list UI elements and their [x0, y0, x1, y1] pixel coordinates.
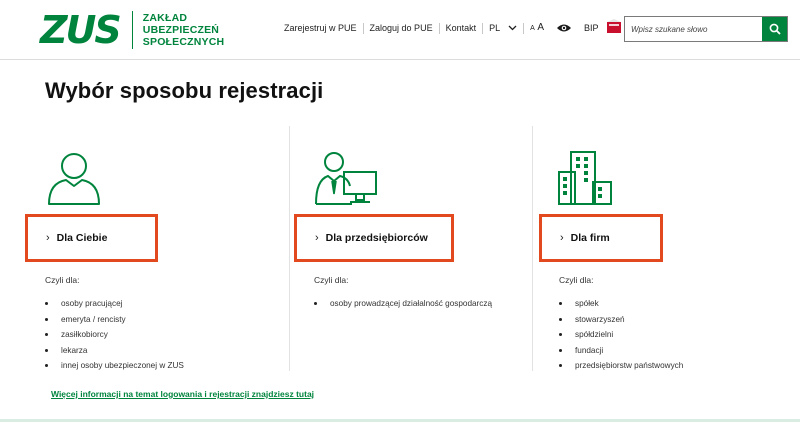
- person-icon: [44, 150, 104, 211]
- chevron-right-icon: ›: [560, 232, 564, 244]
- list-item: stowarzyszeń: [559, 312, 683, 328]
- for-you-button[interactable]: › Dla Ciebie: [25, 214, 158, 262]
- font-size-controls: A A: [524, 22, 550, 34]
- for-entrepreneurs-label: Dla przedsiębiorców: [325, 232, 428, 244]
- logo-line: UBEZPIECZEŃ: [142, 24, 220, 36]
- bip-logo-icon[interactable]: [606, 19, 621, 33]
- list-item: przedsiębiorstw państwowych: [559, 358, 683, 374]
- login-pue-link[interactable]: Zaloguj do PUE: [364, 22, 440, 34]
- more-info-link[interactable]: Więcej informacji na temat logowania i r…: [51, 389, 314, 399]
- column-companies: › Dla firm Czyli dla: spółek stowarzysze…: [532, 126, 782, 371]
- column-entrepreneurs: › Dla przedsiębiorców Czyli dla: osoby p…: [289, 126, 531, 371]
- logo-separator: [131, 11, 133, 49]
- companies-list: spółek stowarzyszeń spółdzielni fundacji…: [559, 296, 683, 374]
- top-navigation: Zarejestruj w PUE Zaloguj do PUE Kontakt…: [284, 19, 621, 36]
- logo-line: ZAKŁAD: [142, 12, 188, 24]
- businessman-computer-icon: [314, 150, 380, 211]
- chevron-down-icon: [508, 23, 517, 34]
- search-icon: [769, 23, 781, 35]
- contact-link[interactable]: Kontakt: [440, 22, 484, 34]
- font-small-button[interactable]: A: [530, 25, 535, 32]
- site-header: ZUS ZAKŁAD UBEZPIECZEŃ SPOŁECZNYCH Zarej…: [0, 0, 800, 60]
- logo-text: ZAKŁAD UBEZPIECZEŃ SPOŁECZNYCH: [143, 12, 225, 48]
- language-selector[interactable]: PL: [483, 22, 525, 34]
- for-whom-label: Czyli dla:: [45, 275, 80, 285]
- list-item: spółek: [559, 296, 683, 312]
- register-pue-link[interactable]: Zarejestruj w PUE: [284, 22, 364, 34]
- search-button[interactable]: [762, 17, 787, 41]
- bip-link[interactable]: BIP: [578, 23, 605, 33]
- list-item: osoby pracującej: [45, 296, 184, 312]
- buildings-icon: [557, 150, 613, 211]
- entrepreneurs-list: osoby prowadzącej działalność gospodarcz…: [314, 296, 492, 312]
- for-you-label: Dla Ciebie: [56, 232, 108, 244]
- list-item: emeryta / rencisty: [45, 312, 184, 328]
- column-individual: › Dla Ciebie Czyli dla: osoby pracującej…: [20, 126, 288, 371]
- chevron-right-icon: ›: [315, 232, 319, 244]
- list-item: zasiłkobiorcy: [45, 327, 184, 343]
- for-companies-label: Dla firm: [570, 232, 610, 244]
- individual-list: osoby pracującej emeryta / rencisty zasi…: [45, 296, 184, 374]
- for-companies-button[interactable]: › Dla firm: [539, 214, 663, 262]
- list-item: spółdzielni: [559, 327, 683, 343]
- zus-logo[interactable]: ZUS ZAKŁAD UBEZPIECZEŃ SPOŁECZNYCH: [40, 10, 224, 50]
- for-whom-label: Czyli dla:: [559, 275, 594, 285]
- list-item: innej osoby ubezpieczonej w ZUS: [45, 358, 184, 374]
- logo-line: SPOŁECZNYCH: [142, 36, 225, 48]
- chevron-right-icon: ›: [46, 232, 50, 244]
- contrast-eye-icon[interactable]: [550, 23, 578, 33]
- list-item: osoby prowadzącej działalność gospodarcz…: [314, 296, 492, 312]
- logo-mark: ZUS: [40, 8, 122, 52]
- search-input[interactable]: [625, 17, 763, 41]
- for-whom-label: Czyli dla:: [314, 275, 349, 285]
- font-big-button[interactable]: A: [537, 22, 544, 33]
- page-title: Wybór sposobu rejestracji: [45, 78, 324, 103]
- list-item: fundacji: [559, 343, 683, 359]
- language-label: PL: [489, 22, 501, 33]
- search-box: [624, 16, 788, 42]
- for-entrepreneurs-button[interactable]: › Dla przedsiębiorców: [294, 214, 454, 262]
- list-item: lekarza: [45, 343, 184, 359]
